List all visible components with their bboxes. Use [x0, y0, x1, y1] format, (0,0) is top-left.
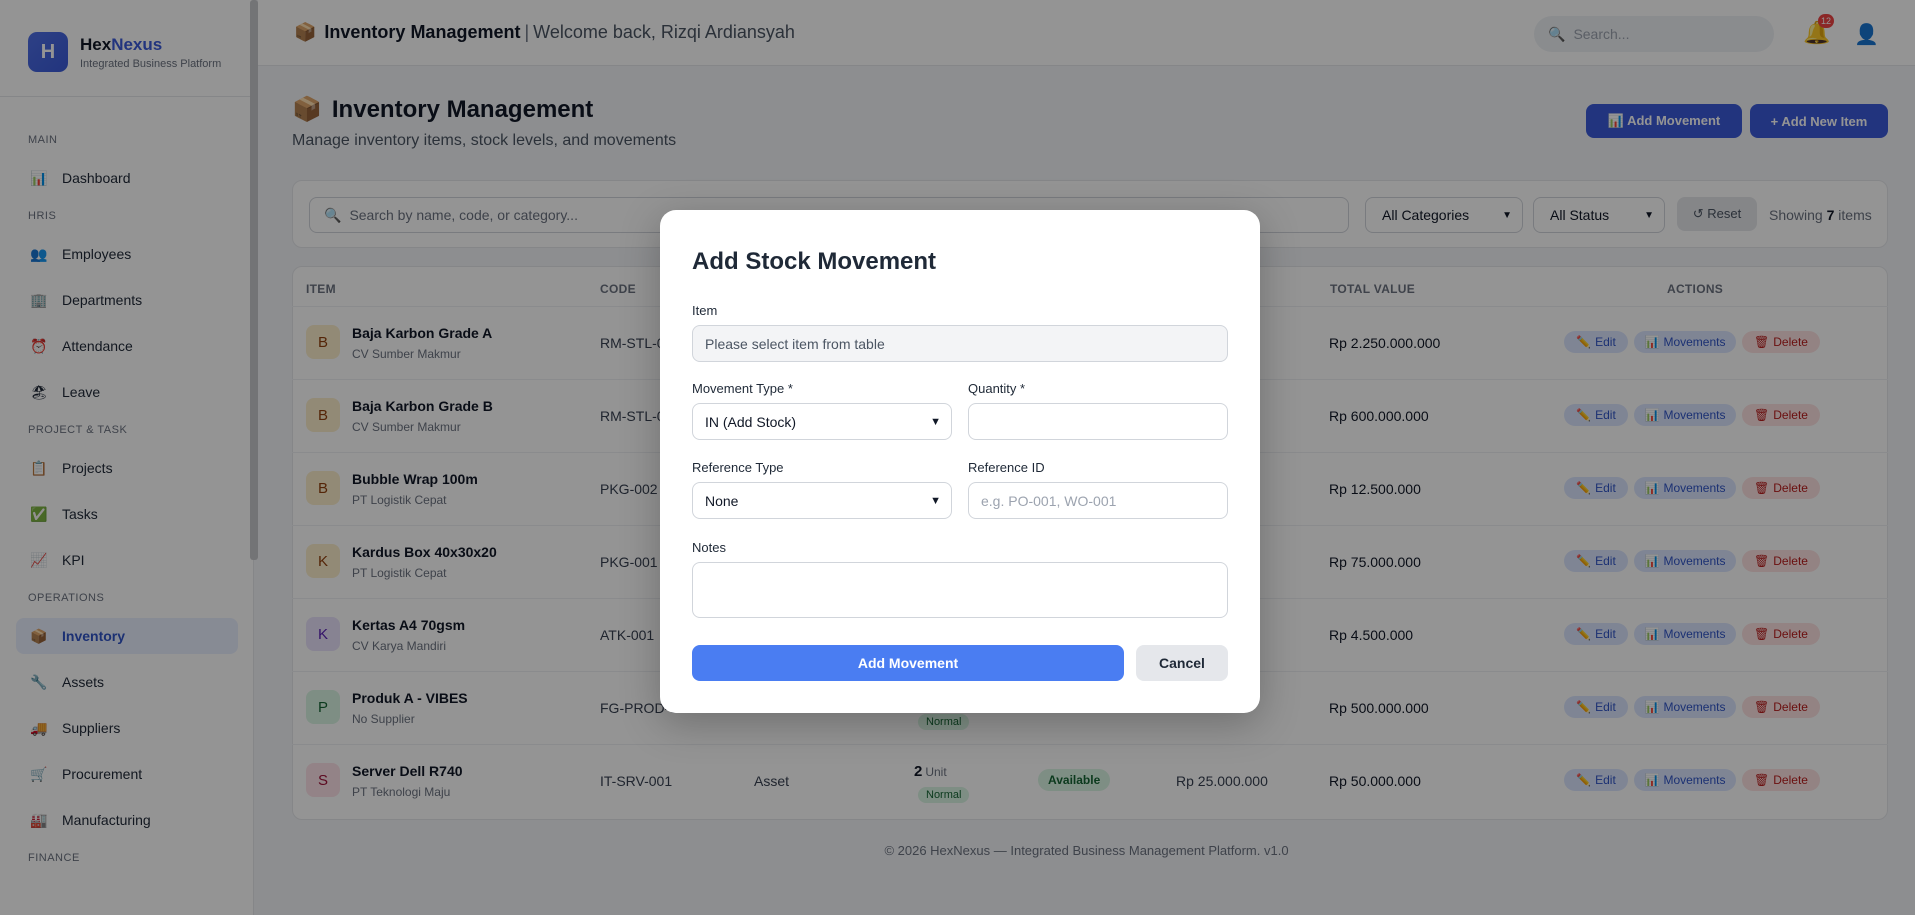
reference-type-label: Reference Type	[692, 460, 784, 475]
cancel-button[interactable]: Cancel	[1136, 645, 1228, 681]
add-stock-movement-modal: Add Stock Movement Item Please select it…	[660, 210, 1260, 713]
reference-id-input[interactable]: e.g. PO-001, WO-001	[968, 482, 1228, 519]
item-field: Please select item from table	[692, 325, 1228, 362]
notes-textarea[interactable]	[692, 562, 1228, 618]
add-movement-submit-button[interactable]: Add Movement	[692, 645, 1124, 681]
notes-label: Notes	[692, 540, 726, 555]
movement-type-label: Movement Type *	[692, 381, 793, 396]
reference-id-label: Reference ID	[968, 460, 1045, 475]
item-label: Item	[692, 303, 718, 318]
quantity-input[interactable]	[968, 403, 1228, 440]
reference-type-select[interactable]: None ▼	[692, 482, 952, 519]
chevron-down-icon: ▼	[930, 494, 941, 507]
movement-type-select[interactable]: IN (Add Stock) ▼	[692, 403, 952, 440]
modal-title: Add Stock Movement	[692, 248, 937, 275]
chevron-down-icon: ▼	[930, 415, 941, 428]
quantity-label: Quantity *	[968, 381, 1026, 396]
